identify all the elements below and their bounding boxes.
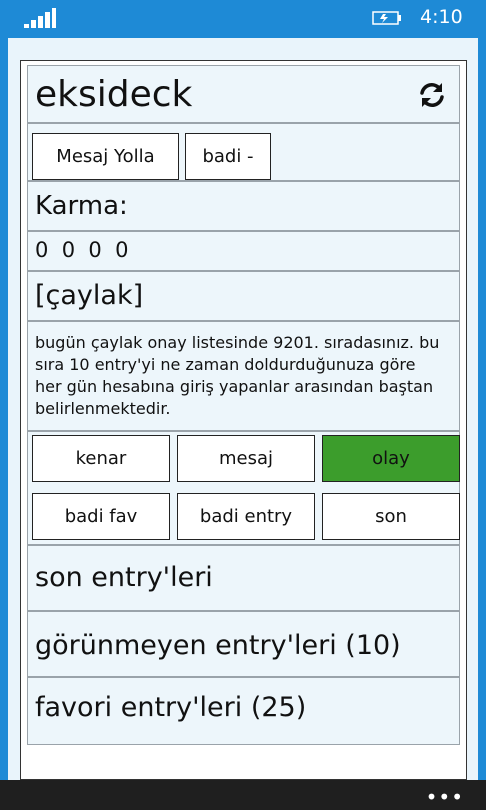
buddy-button[interactable]: badi - <box>185 133 271 180</box>
tab-son[interactable]: son <box>322 493 460 540</box>
rank-section: [çaylak] <box>27 271 460 321</box>
more-menu-icon[interactable]: ••• <box>426 785 464 809</box>
tab-olay[interactable]: olay <box>322 435 460 482</box>
list-item-label: görünmeyen entry'leri (10) <box>35 630 401 661</box>
profile-actions-section: Mesaj Yolla badi - <box>27 123 460 181</box>
list-item-son-entryleri[interactable]: son entry'leri <box>27 545 460 611</box>
karma-values-section: 0 0 0 0 <box>27 231 460 271</box>
battery-charging-icon <box>372 11 401 25</box>
app-bar: ••• <box>0 780 486 810</box>
list-item-gorunmeyen-entryleri[interactable]: görünmeyen entry'leri (10) <box>27 611 460 677</box>
tab-badi-entry[interactable]: badi entry <box>177 493 315 540</box>
karma-label: Karma: <box>35 191 128 221</box>
profile-card: eksideck Mesaj Yolla badi - Karma: 0 0 0… <box>20 60 467 780</box>
status-bar: 4:10 <box>0 0 486 36</box>
main-panel: eksideck Mesaj Yolla badi - Karma: 0 0 0… <box>8 38 478 780</box>
signal-bars-icon <box>24 8 56 28</box>
list-item-label: favori entry'leri (25) <box>35 692 307 723</box>
karma-section: Karma: <box>27 181 460 231</box>
status-time: 4:10 <box>420 6 463 28</box>
app-frame: eksideck Mesaj Yolla badi - Karma: 0 0 0… <box>0 36 486 780</box>
notice-section: bugün çaylak onay listesinde 9201. sırad… <box>27 321 460 431</box>
tabs-section: kenar mesaj olay badi fav badi entry son <box>27 431 460 545</box>
tab-badi-fav[interactable]: badi fav <box>32 493 170 540</box>
tab-kenar[interactable]: kenar <box>32 435 170 482</box>
refresh-icon[interactable] <box>417 80 447 110</box>
app-title: eksideck <box>35 74 193 115</box>
notice-text: bugün çaylak onay listesinde 9201. sırad… <box>35 333 440 418</box>
karma-values: 0 0 0 0 <box>35 238 129 262</box>
rank-label: [çaylak] <box>35 280 144 311</box>
header-section: eksideck <box>27 65 460 123</box>
list-item-label: son entry'leri <box>35 562 213 593</box>
send-message-button[interactable]: Mesaj Yolla <box>32 133 179 180</box>
tab-mesaj[interactable]: mesaj <box>177 435 315 482</box>
list-item-favori-entryleri[interactable]: favori entry'leri (25) <box>27 677 460 745</box>
